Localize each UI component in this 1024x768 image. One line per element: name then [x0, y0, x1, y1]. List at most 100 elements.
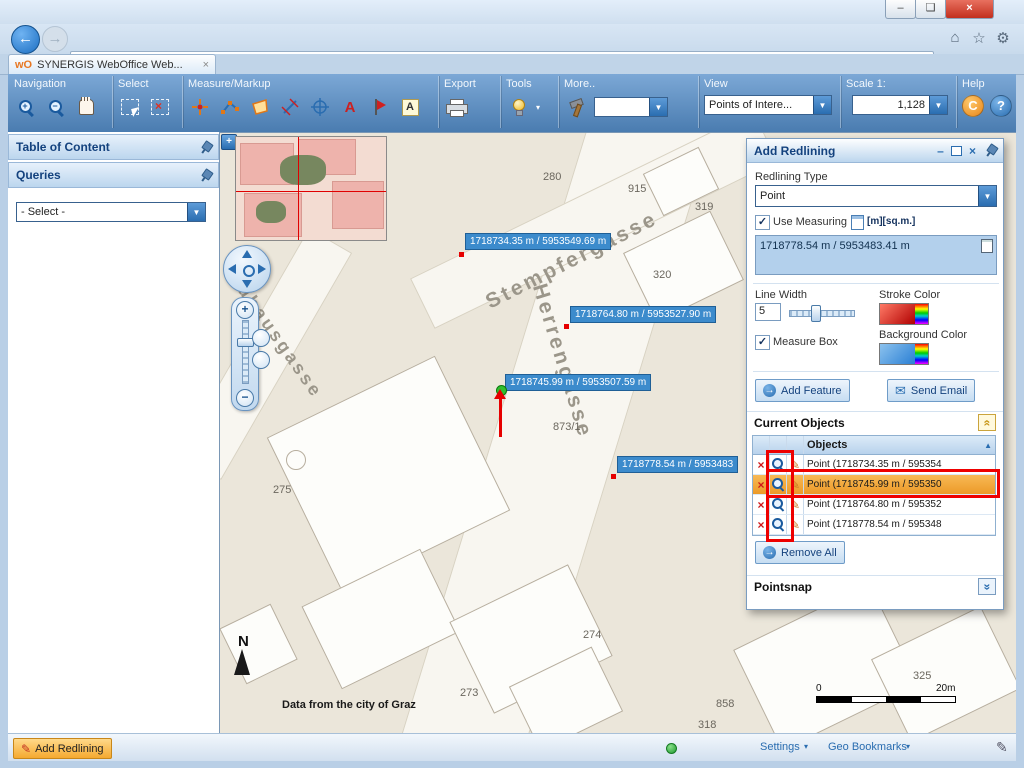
- pan-center-icon[interactable]: [243, 265, 255, 277]
- redlining-type-label: Redlining Type: [755, 171, 828, 183]
- label-markup-icon[interactable]: A: [398, 95, 422, 119]
- use-measuring-checkbox[interactable]: ✓: [755, 215, 770, 230]
- view-dropdown-value: Points of Intere...: [705, 99, 813, 111]
- zoom-slider-track[interactable]: [242, 320, 249, 384]
- coordinate-icon[interactable]: [308, 95, 332, 119]
- sidebar-section-queries[interactable]: Queries: [8, 162, 219, 188]
- browser-forward-button[interactable]: →: [42, 26, 68, 52]
- window-minimize-button[interactable]: –: [885, 0, 916, 19]
- print-icon[interactable]: [444, 95, 468, 119]
- measure-dimension-icon[interactable]: [278, 95, 302, 119]
- query-select-caret-icon[interactable]: ▼: [187, 203, 205, 221]
- clear-selection-icon[interactable]: ×: [148, 95, 172, 119]
- flag-markup-icon[interactable]: [368, 95, 392, 119]
- geo-bookmarks-link[interactable]: Geo Bookmarks: [828, 741, 907, 753]
- toolbar-group-more: More.. ▼: [558, 76, 699, 128]
- expand-section-icon[interactable]: »: [978, 578, 996, 595]
- measure-box-label: Measure Box: [773, 336, 838, 348]
- zoom-out-button[interactable]: −: [236, 389, 254, 407]
- help-icon[interactable]: ?: [990, 95, 1012, 117]
- scale-dropdown-caret-icon[interactable]: ▼: [929, 96, 947, 114]
- view-dropdown[interactable]: Points of Intere... ▼: [704, 95, 832, 115]
- stroke-color-picker[interactable]: [879, 303, 929, 325]
- line-width-input[interactable]: 5: [755, 303, 781, 321]
- contact-icon[interactable]: C: [962, 95, 984, 117]
- add-feature-button[interactable]: → Add Feature: [755, 379, 850, 402]
- toolbar-group-measure-markup: Measure/Markup A A: [182, 76, 439, 128]
- window-maximize-button[interactable]: ❑: [915, 0, 946, 19]
- pan-south-icon[interactable]: [242, 280, 252, 288]
- pointsnap-label: Pointsnap: [754, 580, 812, 594]
- settings-caret-icon[interactable]: ▾: [804, 742, 808, 751]
- gear-icon[interactable]: ⚙: [992, 29, 1014, 47]
- compass-pan-control[interactable]: [223, 245, 271, 293]
- zoom-in-button[interactable]: +: [236, 301, 254, 319]
- sidebar-section-table-of-content[interactable]: Table of Content: [8, 134, 219, 160]
- geo-bookmarks-caret-icon[interactable]: ▾: [906, 742, 910, 751]
- annotation-highlight-selected-row: [766, 469, 1000, 498]
- current-objects-section[interactable]: Current Objects «: [747, 411, 1003, 433]
- line-width-slider-track[interactable]: [789, 310, 855, 317]
- pan-hand-icon[interactable]: [74, 95, 98, 119]
- building: [871, 606, 1016, 734]
- zoom-out-icon[interactable]: −: [44, 95, 68, 119]
- zoom-in-icon[interactable]: +: [14, 95, 38, 119]
- copy-page-icon[interactable]: [981, 239, 993, 253]
- coordinate-box[interactable]: 1718778.54 m / 5953483.41 m: [755, 235, 997, 275]
- hammer-icon[interactable]: [564, 95, 588, 119]
- redlining-type-dropdown[interactable]: Point ▼: [755, 185, 997, 207]
- tools-dropdown-icon[interactable]: ▾: [536, 103, 540, 112]
- text-markup-icon[interactable]: A: [338, 95, 362, 119]
- more-combobox-caret-icon[interactable]: ▼: [649, 98, 667, 116]
- remove-all-button[interactable]: → Remove All: [755, 541, 845, 564]
- view-dropdown-caret-icon[interactable]: ▼: [813, 96, 831, 114]
- pan-east-icon[interactable]: [258, 264, 266, 274]
- line-width-slider-thumb[interactable]: [811, 305, 821, 322]
- pan-north-icon[interactable]: [242, 250, 252, 258]
- panel-minimize-icon[interactable]: –: [933, 144, 948, 158]
- redlining-type-caret-icon[interactable]: ▼: [978, 186, 996, 206]
- overview-map[interactable]: [235, 136, 387, 241]
- favorites-icon[interactable]: ☆: [968, 29, 990, 47]
- browser-back-button[interactable]: ←: [11, 25, 40, 54]
- next-extent-button[interactable]: [252, 351, 270, 369]
- pin-icon[interactable]: [197, 167, 213, 184]
- more-tools-combobox[interactable]: ▼: [594, 97, 668, 117]
- panel-pin-icon[interactable]: [982, 142, 998, 159]
- measure-box-checkbox[interactable]: ✓: [755, 335, 770, 350]
- browser-tab-row: wO SYNERGIS WebOffice Web... ×: [0, 54, 1024, 75]
- window-close-button[interactable]: ×: [945, 0, 994, 19]
- scale-dropdown-value: 1,128: [853, 99, 929, 111]
- toolbar-group-scale: Scale 1: 1,128 ▼: [840, 76, 957, 128]
- add-redlining-status-chip[interactable]: ✎ Add Redlining: [13, 738, 112, 759]
- pointsnap-section[interactable]: Pointsnap »: [747, 575, 1003, 597]
- panel-header[interactable]: Add Redlining – ×: [747, 139, 1003, 163]
- query-select-dropdown[interactable]: - Select - ▼: [16, 202, 206, 222]
- background-color-picker[interactable]: [879, 343, 929, 365]
- browser-address-row: ← → wO http://w-lap-wintner/WebOffice/sy…: [0, 24, 1024, 54]
- collapse-section-icon[interactable]: «: [978, 414, 996, 431]
- send-email-button[interactable]: ✉ Send Email: [887, 379, 975, 402]
- measuring-units-label: [m][sq.m.]: [867, 216, 915, 227]
- tools-bulb-icon[interactable]: [506, 95, 530, 119]
- stroke-color-label: Stroke Color: [879, 289, 940, 301]
- pan-west-icon[interactable]: [228, 264, 236, 274]
- sort-ascending-icon[interactable]: ▲: [984, 441, 995, 450]
- send-email-label: Send Email: [911, 385, 967, 397]
- use-measuring-label: Use Measuring: [773, 216, 847, 228]
- measuring-sheet-icon[interactable]: [851, 215, 864, 230]
- scale-dropdown[interactable]: 1,128 ▼: [852, 95, 948, 115]
- measure-area-icon[interactable]: [248, 95, 272, 119]
- tab-close-icon[interactable]: ×: [203, 59, 209, 71]
- home-icon[interactable]: ⌂: [944, 29, 966, 46]
- edit-pencil-icon[interactable]: ✎: [996, 739, 1008, 756]
- measure-point-icon[interactable]: [188, 95, 212, 119]
- select-rectangle-icon[interactable]: [118, 95, 142, 119]
- measure-line-icon[interactable]: [218, 95, 242, 119]
- panel-restore-icon[interactable]: [951, 146, 962, 156]
- previous-extent-button[interactable]: [252, 329, 270, 347]
- panel-close-icon[interactable]: ×: [965, 144, 980, 158]
- browser-tab[interactable]: wO SYNERGIS WebOffice Web... ×: [8, 54, 216, 74]
- pin-icon[interactable]: [197, 139, 213, 156]
- settings-link[interactable]: Settings: [760, 741, 800, 753]
